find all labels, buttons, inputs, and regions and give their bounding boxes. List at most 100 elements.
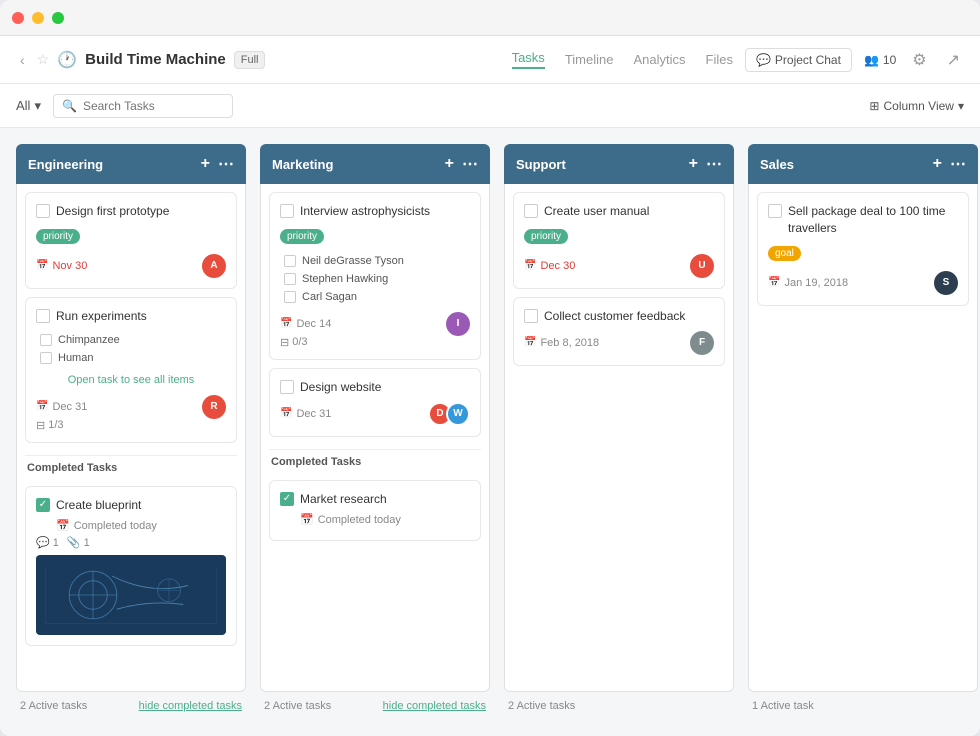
- task-checkbox[interactable]: [524, 309, 538, 323]
- members-button[interactable]: 👥 10: [864, 53, 896, 67]
- task-checkbox[interactable]: [36, 309, 50, 323]
- back-button[interactable]: ‹: [16, 48, 29, 72]
- avatar: A: [202, 254, 226, 278]
- completed-section-header: Completed Tasks: [25, 455, 237, 478]
- task-card[interactable]: Interview astrophysicists priority Neil …: [269, 192, 481, 360]
- subtask-checkbox[interactable]: [40, 352, 52, 364]
- avatar: U: [690, 254, 714, 278]
- more-options-button-engineering[interactable]: ⋯: [218, 154, 234, 174]
- task-title: Design first prototype: [56, 203, 169, 220]
- titlebar: [0, 0, 980, 36]
- hide-completed-link[interactable]: hide completed tasks: [383, 700, 486, 712]
- topbar-nav: Tasks Timeline Analytics Files: [512, 50, 733, 69]
- add-task-button-sales[interactable]: +: [933, 155, 942, 173]
- search-input[interactable]: [83, 99, 224, 113]
- nav-analytics[interactable]: Analytics: [633, 52, 685, 67]
- task-checkbox-completed[interactable]: ✓: [36, 498, 50, 512]
- task-badge: goal: [768, 246, 801, 261]
- avatar: I: [446, 312, 470, 336]
- calendar-icon: 📅: [56, 519, 70, 532]
- minimize-button[interactable]: [32, 12, 44, 24]
- calendar-icon: 📅: [36, 260, 48, 271]
- calendar-icon: 📅: [280, 318, 292, 329]
- task-title-row: Sell package deal to 100 time travellers: [768, 203, 958, 237]
- task-card[interactable]: Design website 📅 Dec 31 DW: [269, 368, 481, 437]
- add-task-button-support[interactable]: +: [689, 155, 698, 173]
- toolbar: All ▾ 🔍 ⊞ Column View ▾: [0, 84, 980, 128]
- open-task-link[interactable]: Open task to see all items: [36, 371, 226, 389]
- completed-task-card[interactable]: ✓ Market research 📅 Completed today: [269, 480, 481, 542]
- task-card[interactable]: Design first prototype priority 📅 Nov 30…: [25, 192, 237, 289]
- subtask-label: Chimpanzee: [58, 334, 120, 346]
- task-checkbox[interactable]: [524, 204, 538, 218]
- subtask-icon: ⊟: [280, 336, 289, 349]
- task-meta: 📅 Nov 30 A: [36, 254, 226, 278]
- favorite-icon[interactable]: ☆: [37, 51, 50, 68]
- task-checkbox[interactable]: [280, 380, 294, 394]
- share-icon[interactable]: ↗: [943, 46, 964, 74]
- progress-label: 1/3: [48, 419, 63, 431]
- task-card[interactable]: Collect customer feedback 📅 Feb 8, 2018 …: [513, 297, 725, 366]
- add-task-button-marketing[interactable]: +: [445, 155, 454, 173]
- subtask-row: Carl Sagan: [280, 288, 470, 306]
- completed-section-header: Completed Tasks: [269, 449, 481, 472]
- column-view-button[interactable]: ⊞ Column View ▾: [869, 99, 964, 113]
- task-card[interactable]: Run experiments Chimpanzee Human Open ta…: [25, 297, 237, 443]
- column-title-engineering: Engineering: [28, 157, 201, 172]
- task-progress: ⊟ 1/3: [36, 419, 226, 432]
- filter-button[interactable]: All ▾: [16, 98, 41, 114]
- task-badge: priority: [36, 229, 80, 244]
- nav-tasks[interactable]: Tasks: [512, 50, 545, 69]
- subtask-checkbox[interactable]: [40, 334, 52, 346]
- task-checkbox[interactable]: [768, 204, 782, 218]
- date-label: Dec 31: [296, 408, 331, 420]
- close-button[interactable]: [12, 12, 24, 24]
- nav-timeline[interactable]: Timeline: [565, 52, 614, 67]
- more-options-button-marketing[interactable]: ⋯: [462, 154, 478, 174]
- completed-task-card[interactable]: ✓ Create blueprint 📅 Completed today 💬 1…: [25, 486, 237, 647]
- calendar-icon: 📅: [300, 513, 314, 526]
- members-count: 10: [883, 53, 896, 67]
- task-title: Run experiments: [56, 308, 147, 325]
- topbar: ‹ ☆ 🕐 Build Time Machine Full Tasks Time…: [0, 36, 980, 84]
- column-support: Support + ⋯ Create user manual priority …: [504, 144, 734, 720]
- project-chat-button[interactable]: 💬 Project Chat: [745, 48, 852, 72]
- task-card[interactable]: Create user manual priority 📅 Dec 30 U: [513, 192, 725, 289]
- subtask-row: Human: [36, 349, 226, 367]
- full-badge[interactable]: Full: [234, 51, 266, 69]
- more-options-button-sales[interactable]: ⋯: [950, 154, 966, 174]
- task-date: 📅 Dec 31: [36, 401, 87, 413]
- task-checkbox[interactable]: [36, 204, 50, 218]
- column-view-label: Column View: [883, 99, 953, 113]
- add-task-button-engineering[interactable]: +: [201, 155, 210, 173]
- column-body-sales: Sell package deal to 100 time travellers…: [748, 184, 978, 692]
- topbar-right: 💬 Project Chat 👥 10 ⚙ ↗: [745, 46, 964, 74]
- subtask-checkbox[interactable]: [284, 273, 296, 285]
- more-options-button-support[interactable]: ⋯: [706, 154, 722, 174]
- task-date: 📅 Feb 8, 2018: [524, 337, 599, 349]
- subtask-label: Neil deGrasse Tyson: [302, 255, 404, 267]
- task-checkbox[interactable]: [280, 204, 294, 218]
- settings-icon[interactable]: ⚙: [908, 46, 930, 74]
- calendar-icon: 📅: [524, 260, 536, 271]
- hide-completed-link[interactable]: hide completed tasks: [139, 700, 242, 712]
- task-checkbox-completed[interactable]: ✓: [280, 492, 294, 506]
- column-engineering: Engineering + ⋯ Design first prototype p…: [16, 144, 246, 720]
- calendar-icon: 📅: [280, 408, 292, 419]
- maximize-button[interactable]: [52, 12, 64, 24]
- date-label: Dec 30: [540, 260, 575, 272]
- task-date: 📅 Nov 30: [36, 260, 87, 272]
- subtask-checkbox[interactable]: [284, 291, 296, 303]
- subtask-row: Neil deGrasse Tyson: [280, 252, 470, 270]
- task-date: 📅 Dec 14: [280, 318, 331, 330]
- column-body-support: Create user manual priority 📅 Dec 30 U C…: [504, 184, 734, 692]
- date-label: Dec 14: [296, 318, 331, 330]
- nav-files[interactable]: Files: [706, 52, 733, 67]
- subtask-label: Stephen Hawking: [302, 273, 388, 285]
- subtask-checkbox[interactable]: [284, 255, 296, 267]
- task-date: 📅 Dec 31: [280, 408, 331, 420]
- column-footer-engineering: 2 Active tasks hide completed tasks: [16, 692, 246, 720]
- task-card[interactable]: Sell package deal to 100 time travellers…: [757, 192, 969, 306]
- column-header-sales: Sales + ⋯: [748, 144, 978, 184]
- chat-icon: 💬: [756, 53, 771, 67]
